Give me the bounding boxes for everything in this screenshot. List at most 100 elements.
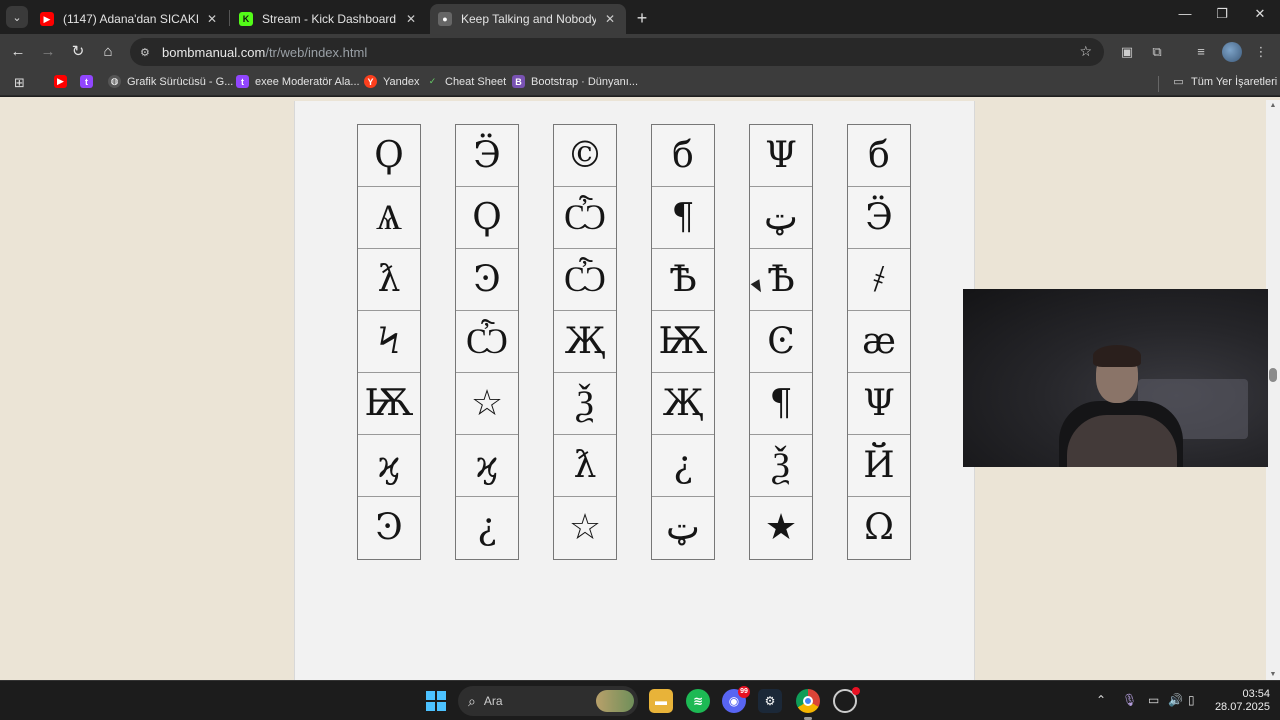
all-bookmarks-label: Tüm Yer İşaretleri [1191,75,1278,88]
twitch-icon: t [236,75,249,88]
steam-icon[interactable]: ⚙ [758,689,782,713]
home-icon[interactable]: ⌂ [98,42,118,62]
symbol-cell: ☆ [568,507,602,548]
bootstrap-icon: B [512,75,525,88]
battery-icon[interactable]: ▯ [1188,693,1195,707]
tab-strip: ⌄ ▶ (1147) Adana'dan SICAKLARA Ç ✕ K Str… [0,0,1280,34]
close-window-icon[interactable]: ✕ [1245,6,1275,22]
bookmark-label: Bootstrap · Dünyanı... [531,75,638,88]
webcam-overlay [963,289,1268,467]
webcam-person-hair [1093,345,1141,367]
bookmark-yandex[interactable]: Y Yandex [364,75,420,88]
extensions-puzzle-icon[interactable]: ⧉ [1148,44,1166,60]
reload-icon[interactable]: ↻ [68,42,88,62]
site-info-icon[interactable]: ⚙ [140,46,156,59]
symbol-cell: Ω [864,507,894,548]
symbol-cell: ¶ [750,373,812,435]
bookmark-youtube[interactable]: ▶ [54,75,73,88]
symbol-column-4: б ¶ Ѣ Ѭ Җ ¿ ټ [651,124,715,560]
start-windows-icon[interactable] [426,691,446,711]
symbol-cell: ¿ [477,507,497,548]
close-icon[interactable]: ✕ [204,12,220,26]
tab-divider [229,10,230,26]
close-icon[interactable]: ✕ [403,12,419,26]
symbol-column-3: © Ѽ Ѽ Җ Ѯ ƛ ☆ [553,124,617,560]
volume-icon[interactable]: 🔊 [1168,693,1183,707]
profile-avatar[interactable] [1222,42,1242,62]
chrome-icon[interactable] [796,689,820,713]
kick-icon: K [239,12,253,26]
symbol-cell: ¶ [652,187,714,249]
tab-youtube[interactable]: ▶ (1147) Adana'dan SICAKLARA Ç ✕ [32,4,228,34]
bookmark-twitch[interactable]: t [80,75,99,88]
page-scrollbar[interactable]: ▲ ▼ [1266,100,1280,680]
symbol-column-1: Ϙ Ѧ ƛ Ϟ Ѭ ϗ Ͽ [357,124,421,560]
symbol-cell: ¿ [652,435,714,497]
tab-title: Keep Talking and Nobody Explo [461,12,596,26]
address-bar[interactable]: ⚙ bombmanual.com/tr/web/index.html ☆ [130,38,1104,66]
tab-title: (1147) Adana'dan SICAKLARA Ç [63,12,198,26]
maximize-icon[interactable]: ❐ [1207,6,1237,22]
all-bookmarks-folder[interactable]: ▭ Tüm Yer İşaretleri [1172,75,1278,89]
back-arrow-icon[interactable]: ← [8,42,28,62]
symbol-cell: Й [848,435,910,497]
symbol-cell: Ϙ [358,125,420,187]
tray-chevron-up-icon[interactable]: ⌃ [1096,693,1106,707]
bookmark-exee[interactable]: t exee Moderatör Ala... [236,75,360,88]
scroll-down-arrow-icon[interactable]: ▼ [1269,671,1277,678]
taskbar-search[interactable]: ⌕ Ara [458,686,638,716]
microphone-icon[interactable]: 🎙 [1122,693,1137,707]
bookmark-grafik[interactable]: ◍ Grafik Sürücüsü - G... [108,75,233,88]
bomb-icon: ● [438,12,452,26]
apps-grid-icon[interactable]: ⊞ [14,75,25,91]
tab-kick[interactable]: K Stream - Kick Dashboard ✕ [231,4,427,34]
discord-icon[interactable]: ◉ 99 [722,686,750,713]
media-control-icon[interactable]: ≡ [1192,44,1210,60]
symbol-cell: ϗ [456,435,518,497]
twitch-icon: t [80,75,93,88]
bookmark-bootstrap[interactable]: B Bootstrap · Dünyanı... [512,75,638,88]
url-text: bombmanual.com/tr/web/index.html [162,45,367,60]
bookmark-label: exee Moderatör Ala... [255,75,360,88]
search-icon: ⌕ [468,692,476,709]
webcam-person-shoulders [1067,415,1177,467]
file-explorer-icon[interactable]: ▬ [649,689,673,713]
minimize-icon[interactable]: — [1170,6,1200,21]
tab-search-chevron-icon[interactable]: ⌄ [6,6,28,28]
record-dot [852,687,860,695]
forward-arrow-icon[interactable]: → [38,42,58,62]
close-icon[interactable]: ✕ [602,12,618,26]
symbol-cell: Ѣ [652,249,714,311]
bookmark-star-icon[interactable]: ☆ [1079,43,1092,60]
search-highlight-image [596,690,634,712]
network-icon[interactable]: ▭ [1148,693,1159,707]
symbol-column-5: Ψ ټ Ѣ Ͼ ¶ Ѯ ★ [749,124,813,560]
symbol-cell: ϗ [358,435,420,497]
system-clock[interactable]: 03:54 28.07.2025 [1208,688,1270,714]
obs-icon[interactable] [833,687,860,713]
clock-time: 03:54 [1242,688,1270,700]
scroll-up-arrow-icon[interactable]: ▲ [1269,102,1277,109]
bookmarks-divider [1158,76,1159,92]
tab-keep-talking[interactable]: ● Keep Talking and Nobody Explo ✕ [430,4,626,34]
symbol-cell: Ѽ [554,249,616,311]
symbol-cell: Ϙ [456,187,518,249]
symbol-cell: ҂ [848,249,910,311]
symbol-cell: Җ [554,311,616,373]
manual-page: Ϙ Ѧ ƛ Ϟ Ѭ ϗ Ͽ Ӭ Ϙ Ͽ Ѽ ☆ ϗ ¿ © Ѽ Ѽ Җ Ѯ ƛ … [294,101,975,680]
yandex-icon: Y [364,75,377,88]
extension-icon[interactable]: ▣ [1118,44,1136,60]
bookmark-cheat-sheet[interactable]: ✓ Cheat Sheet [426,75,506,88]
menu-kebab-icon[interactable]: ⋮ [1252,44,1270,60]
globe-icon: ◍ [108,75,121,88]
bookmarks-bar: ⊞ ▶ t ◍ Grafik Sürücüsü - G... t exee Mode… [0,70,1280,96]
symbol-cell: ټ [666,507,700,548]
symbol-cell: Ѭ [358,373,420,435]
discord-notification-badge: 99 [738,686,750,698]
scrollbar-thumb[interactable] [1269,368,1277,382]
new-tab-button[interactable]: + [632,8,652,29]
spotify-icon[interactable]: ≋ [686,689,710,713]
symbol-cell: Ѭ [652,311,714,373]
symbol-cell: æ [848,311,910,373]
symbol-cell: Ϟ [358,311,420,373]
